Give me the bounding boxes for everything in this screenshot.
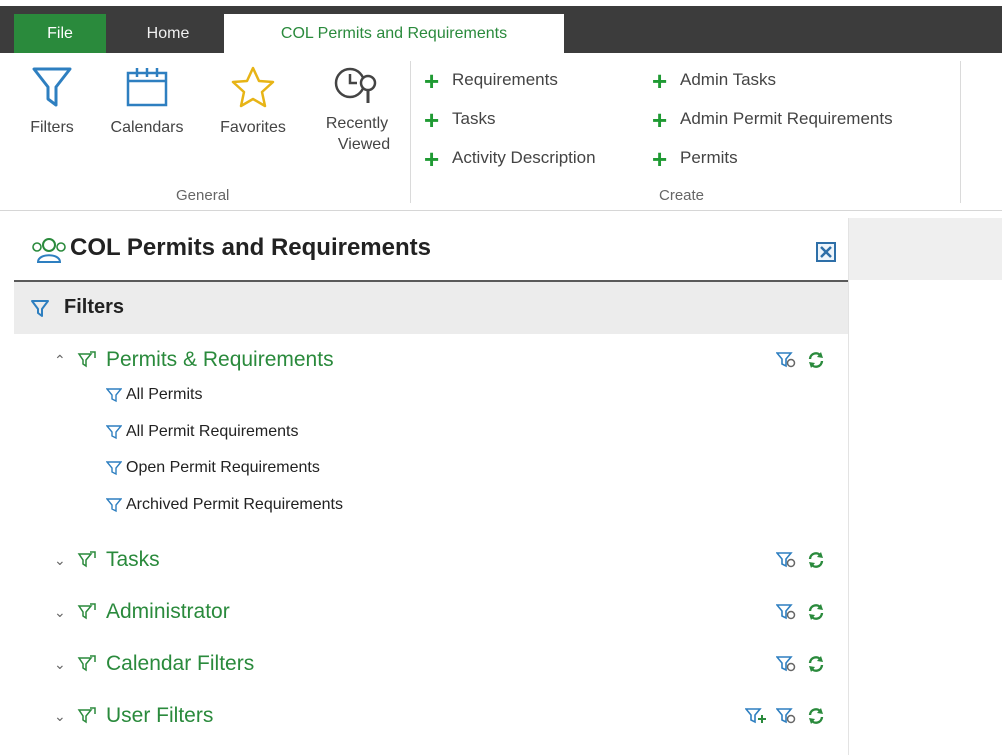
section-name: Tasks xyxy=(106,548,160,571)
create-tasks-button[interactable]: + Tasks xyxy=(424,104,496,135)
filter-group-icon xyxy=(77,655,96,672)
section-administrator[interactable]: ⌄ Administrator xyxy=(14,596,848,630)
filter-group-icon xyxy=(77,351,96,368)
section-tasks[interactable]: ⌄ Tasks xyxy=(14,544,848,578)
add-filter-icon[interactable] xyxy=(744,706,767,726)
workspace-background xyxy=(849,218,1002,280)
create-admin-tasks-button[interactable]: + Admin Tasks xyxy=(652,65,777,96)
create-permits-button[interactable]: + Permits xyxy=(652,143,738,174)
filter-group-icon xyxy=(77,551,96,568)
filter-group-icon xyxy=(77,707,96,724)
close-icon[interactable] xyxy=(816,242,836,262)
section-actions xyxy=(774,602,826,627)
general-group-label: General xyxy=(176,187,230,204)
plus-icon: + xyxy=(652,143,668,174)
filter-settings-icon[interactable] xyxy=(774,550,798,570)
recently-viewed-button[interactable]: Recently Viewed xyxy=(312,63,402,155)
calendar-icon xyxy=(126,68,168,107)
favorites-label: Favorites xyxy=(220,119,286,136)
chevron-up-icon[interactable]: ⌃ xyxy=(54,352,66,369)
favorites-button[interactable]: Favorites xyxy=(206,63,300,137)
chevron-down-icon[interactable]: ⌄ xyxy=(54,604,66,621)
filter-item[interactable]: All Permit Requirements xyxy=(105,423,299,447)
recently-label-line1: Recently xyxy=(325,115,389,132)
users-icon xyxy=(32,238,66,263)
filter-icon xyxy=(105,388,123,403)
plus-icon: + xyxy=(424,65,440,96)
refresh-icon[interactable] xyxy=(806,654,826,674)
section-actions xyxy=(744,706,826,731)
refresh-icon[interactable] xyxy=(806,706,826,726)
section-permits-requirements[interactable]: ⌃ Permits & Requirements xyxy=(14,344,848,378)
filter-icon xyxy=(31,300,49,317)
filter-settings-icon[interactable] xyxy=(774,654,798,674)
create-permits-label: Permits xyxy=(680,148,738,167)
create-group-label: Create xyxy=(659,187,705,204)
chevron-down-icon[interactable]: ⌄ xyxy=(54,708,66,725)
create-activity-description-button[interactable]: + Activity Description xyxy=(424,143,596,174)
filters-button[interactable]: Filters xyxy=(12,63,92,137)
filters-header[interactable]: Filters xyxy=(14,282,848,334)
create-admin-tasks-label: Admin Tasks xyxy=(680,70,777,89)
create-requirements-button[interactable]: + Requirements xyxy=(424,65,558,96)
recently-label-line2: Viewed xyxy=(337,136,391,153)
plus-icon: + xyxy=(424,104,440,135)
create-admin-permit-req-label: Admin Permit Requirements xyxy=(680,109,893,128)
section-name: User Filters xyxy=(106,704,214,727)
filter-item-label: All Permits xyxy=(126,386,203,403)
filter-settings-icon[interactable] xyxy=(774,706,798,726)
ribbon-separator xyxy=(960,61,961,203)
filters-title: Filters xyxy=(64,296,125,318)
top-strip xyxy=(0,0,1002,6)
filters-label: Filters xyxy=(30,119,74,136)
panel-header: COL Permits and Requirements xyxy=(14,218,848,282)
create-admin-permit-requirements-button[interactable]: + Admin Permit Requirements xyxy=(652,104,893,135)
section-name: Calendar Filters xyxy=(106,652,255,675)
filter-settings-icon[interactable] xyxy=(774,602,798,622)
ribbon-separator xyxy=(410,61,411,203)
tab-file[interactable]: File xyxy=(14,14,106,53)
create-requirements-label: Requirements xyxy=(452,70,558,89)
plus-icon: + xyxy=(652,65,668,96)
section-actions xyxy=(774,350,826,375)
section-user-filters[interactable]: ⌄ User Filters xyxy=(14,700,848,734)
refresh-icon[interactable] xyxy=(806,550,826,570)
filter-item[interactable]: Archived Permit Requirements xyxy=(105,496,343,520)
section-name: Permits & Requirements xyxy=(106,348,334,371)
section-name: Administrator xyxy=(106,600,230,623)
clock-search-icon xyxy=(334,67,377,103)
filter-item-label: All Permit Requirements xyxy=(126,423,299,440)
filter-group-icon xyxy=(77,603,96,620)
tab-home[interactable]: Home xyxy=(120,14,216,53)
filter-icon xyxy=(105,425,123,440)
star-icon xyxy=(231,66,275,108)
refresh-icon[interactable] xyxy=(806,602,826,622)
filter-item-label: Open Permit Requirements xyxy=(126,459,320,476)
filter-icon xyxy=(105,498,123,513)
chevron-down-icon[interactable]: ⌄ xyxy=(54,552,66,569)
plus-icon: + xyxy=(652,104,668,135)
plus-icon: + xyxy=(424,143,440,174)
panel-title: COL Permits and Requirements xyxy=(70,234,431,261)
calendars-label: Calendars xyxy=(110,119,184,136)
tab-col-permits[interactable]: COL Permits and Requirements xyxy=(224,14,564,53)
section-actions xyxy=(774,654,826,679)
filter-settings-icon[interactable] xyxy=(774,350,798,370)
filters-panel: COL Permits and Requirements Filters ⌃ P… xyxy=(14,218,849,755)
section-calendar-filters[interactable]: ⌄ Calendar Filters xyxy=(14,648,848,682)
chevron-down-icon[interactable]: ⌄ xyxy=(54,656,66,673)
refresh-icon[interactable] xyxy=(806,350,826,370)
create-tasks-label: Tasks xyxy=(452,109,496,128)
calendars-button[interactable]: Calendars xyxy=(98,63,196,137)
filter-item-label: Archived Permit Requirements xyxy=(126,496,343,513)
section-actions xyxy=(774,550,826,575)
filter-item[interactable]: All Permits xyxy=(105,386,203,410)
ribbon: Filters Calendars Favorites Recently Vie… xyxy=(0,53,1002,211)
filter-icon xyxy=(32,67,72,107)
filter-item[interactable]: Open Permit Requirements xyxy=(105,459,320,483)
ribbon-tab-bar: File Home COL Permits and Requirements xyxy=(0,0,1002,53)
filter-icon xyxy=(105,461,123,476)
create-activity-label: Activity Description xyxy=(452,148,596,167)
